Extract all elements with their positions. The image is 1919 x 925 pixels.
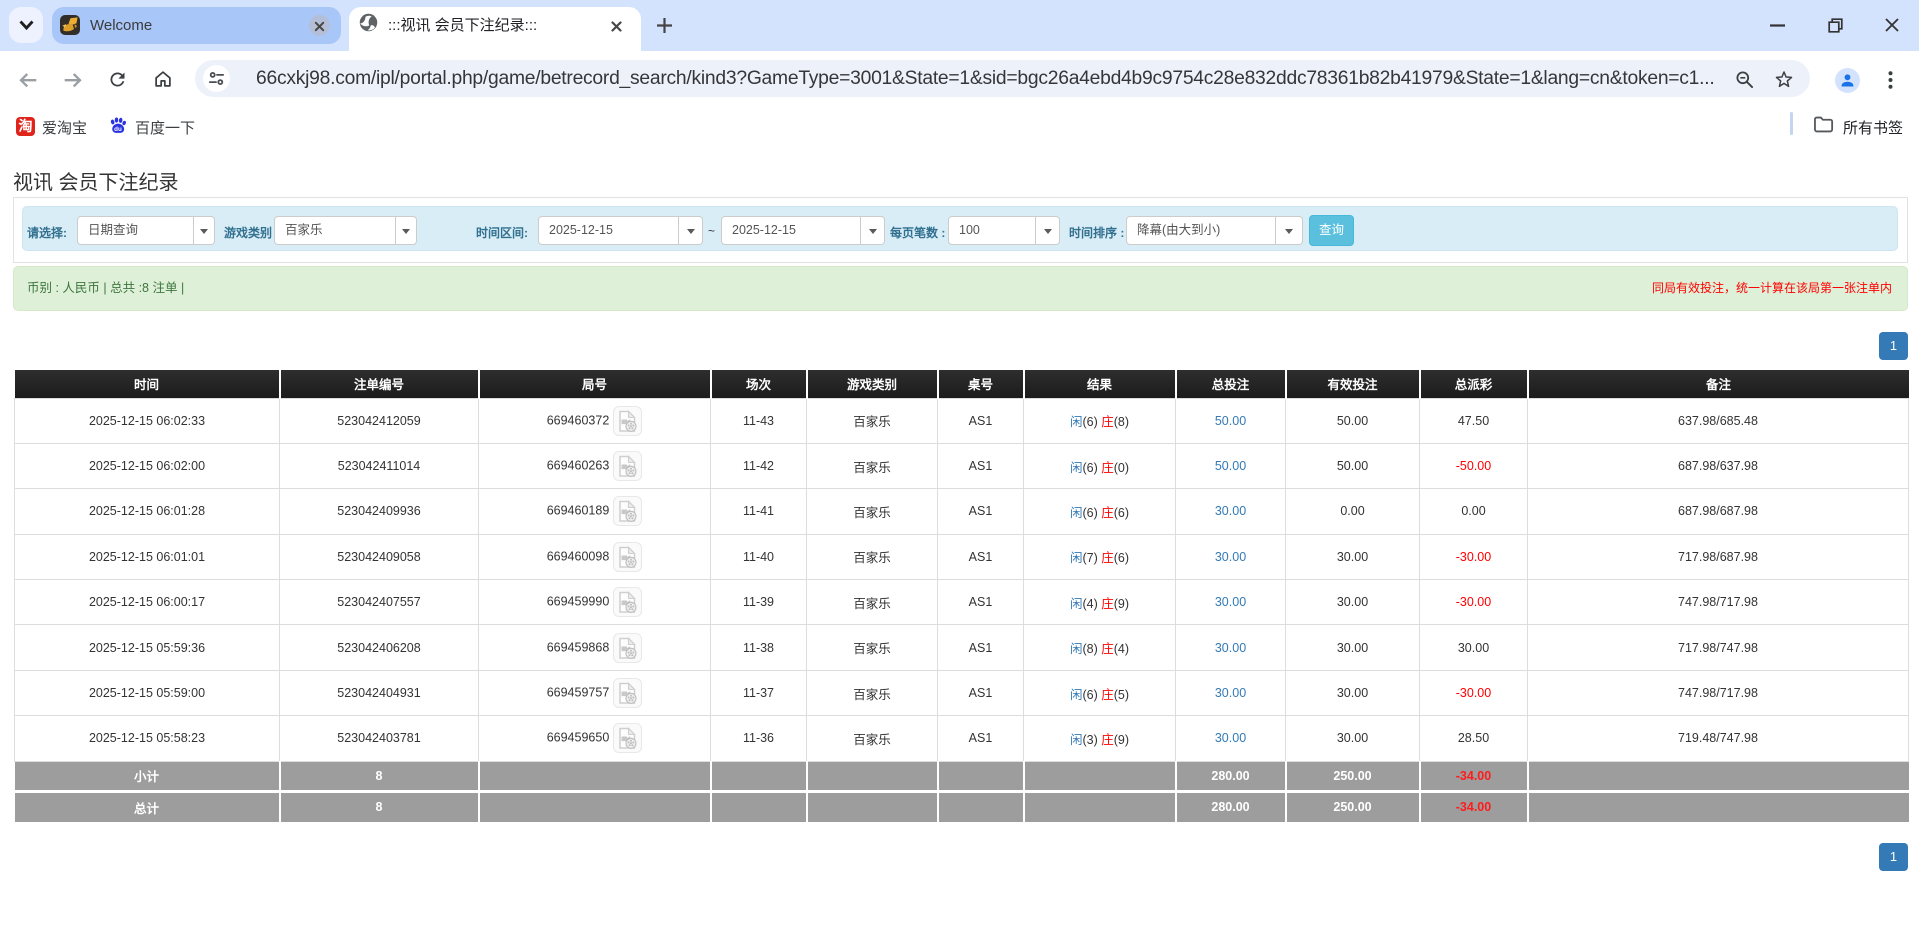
svg-text:du: du xyxy=(114,126,122,133)
